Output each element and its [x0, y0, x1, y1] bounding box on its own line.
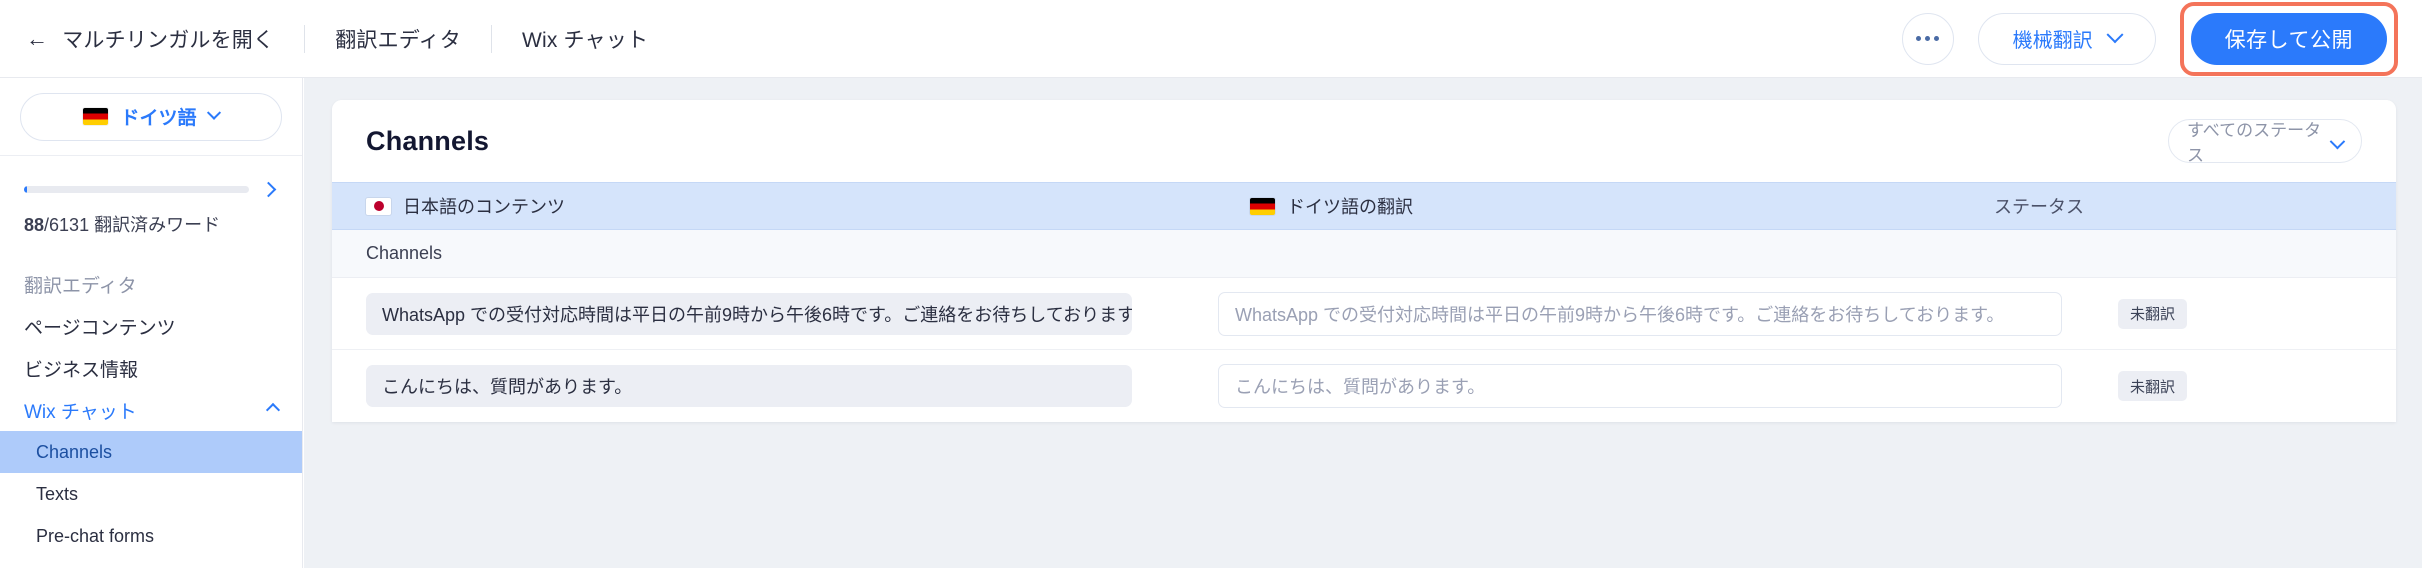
translation-input[interactable]: WhatsApp での受付対応時間は平日の午前9時から午後6時です。ご連絡をお待…	[1218, 291, 2062, 336]
language-selector-container: ドイツ語	[0, 78, 302, 156]
sidebar-item-business-info[interactable]: ビジネス情報	[0, 347, 302, 389]
sidebar-item-texts[interactable]: Texts	[0, 473, 302, 515]
target-cell: こんにちは、質問があります。	[1132, 364, 2062, 408]
sidebar-item-label: ビジネス情報	[24, 359, 139, 381]
translation-progress: 88/6131 翻訳済みワード	[0, 156, 302, 237]
column-header-target-label: ドイツ語の翻訳	[1287, 197, 1413, 217]
ellipsis-icon	[1916, 36, 1940, 41]
sidebar-item-page-content[interactable]: ページコンテンツ	[0, 305, 302, 347]
back-arrow-icon: ←	[26, 25, 49, 51]
sidebar: ドイツ語 88/6131 翻訳済みワード 翻訳エディタ ページコンテンツ ビジネ…	[0, 78, 303, 568]
german-flag-icon	[1250, 197, 1275, 215]
sidebar-item-cms[interactable]: CMS	[0, 557, 302, 568]
source-text: WhatsApp での受付対応時間は平日の午前9時から午後6時です。ご連絡をお待…	[366, 292, 1132, 335]
status-badge: 未翻訳	[2118, 298, 2188, 329]
breadcrumb-wix-chat[interactable]: Wix チャット	[522, 24, 648, 54]
channels-card: Channels すべてのステータス 日本語のコンテンツ ドイツ語の翻訳 ステー…	[332, 100, 2396, 422]
table-row: こんにちは、質問があります。 こんにちは、質問があります。 未翻訳	[332, 350, 2396, 422]
top-bar: ← マルチリンガルを開く 翻訳エディタ Wix チャット 機械翻訳 保存して公開	[0, 0, 2422, 78]
column-header-source-label: 日本語のコンテンツ	[403, 197, 565, 217]
table-row: WhatsApp での受付対応時間は平日の午前9時から午後6時です。ご連絡をお待…	[332, 278, 2396, 350]
more-options-button[interactable]	[1901, 12, 1954, 65]
japanese-flag-icon	[366, 197, 391, 215]
sidebar-item-pre-chat-forms[interactable]: Pre-chat forms	[0, 515, 302, 557]
column-header-source: 日本語のコンテンツ	[332, 193, 1132, 219]
table-group-label: Channels	[332, 230, 2396, 278]
progress-count: 88	[24, 215, 45, 235]
source-cell: こんにちは、質問があります。	[332, 365, 1132, 407]
chevron-up-icon	[265, 402, 281, 418]
open-multilingual-link[interactable]: ← マルチリンガルを開く	[26, 24, 274, 54]
sidebar-item-wix-chat[interactable]: Wix チャット	[0, 389, 302, 431]
sidebar-item-label: Pre-chat forms	[36, 525, 155, 546]
progress-label: 88/6131 翻訳済みワード	[24, 211, 278, 237]
machine-translate-label: 機械翻訳	[2012, 30, 2093, 52]
table-header-row: 日本語のコンテンツ ドイツ語の翻訳 ステータス	[332, 182, 2396, 230]
top-bar-left: ← マルチリンガルを開く 翻訳エディタ Wix チャット	[0, 0, 648, 77]
source-cell: WhatsApp での受付対応時間は平日の午前9時から午後6時です。ご連絡をお待…	[332, 292, 1132, 335]
card-header: Channels すべてのステータス	[332, 100, 2396, 182]
save-and-publish-button[interactable]: 保存して公開	[2190, 12, 2387, 65]
main-content: Channels すべてのステータス 日本語のコンテンツ ドイツ語の翻訳 ステー…	[304, 78, 2422, 568]
top-bar-right: 機械翻訳 保存して公開	[1901, 0, 2422, 77]
target-cell: WhatsApp での受付対応時間は平日の午前9時から午後6時です。ご連絡をお待…	[1132, 291, 2062, 336]
sidebar-section-header: 翻訳エディタ	[24, 275, 137, 297]
sidebar-item-channels[interactable]: Channels	[0, 431, 302, 473]
progress-bar-fill	[24, 186, 28, 193]
language-selector-label: ドイツ語	[120, 108, 197, 129]
source-text: こんにちは、質問があります。	[366, 365, 1132, 407]
open-multilingual-label: マルチリンガルを開く	[62, 28, 275, 52]
language-selector[interactable]: ドイツ語	[20, 92, 282, 141]
chevron-down-icon	[2106, 25, 2124, 43]
machine-translate-button[interactable]: 機械翻訳	[1977, 12, 2156, 65]
sidebar-nav: 翻訳エディタ ページコンテンツ ビジネス情報 Wix チャット Channels…	[0, 263, 302, 568]
sidebar-item-label: Wix チャット	[24, 401, 137, 423]
progress-bar-track	[24, 186, 249, 193]
status-cell: 未翻訳	[2062, 298, 2396, 329]
progress-row	[24, 181, 278, 198]
breadcrumb-translation-editor[interactable]: 翻訳エディタ	[335, 24, 461, 54]
translation-input[interactable]: こんにちは、質問があります。	[1218, 364, 2062, 408]
german-flag-icon	[83, 108, 109, 125]
status-badge: 未翻訳	[2118, 371, 2188, 401]
column-header-status: ステータス	[1994, 197, 2084, 217]
chevron-right-icon[interactable]	[260, 181, 277, 198]
sidebar-item-label: ページコンテンツ	[24, 317, 176, 339]
page-title: Channels	[366, 125, 490, 156]
top-bar-divider-2	[490, 24, 492, 53]
top-bar-divider-1	[304, 24, 306, 53]
sidebar-item-label: Texts	[36, 483, 79, 504]
status-cell: 未翻訳	[2062, 371, 2396, 401]
progress-total-label: /6131 翻訳済みワード	[44, 215, 221, 235]
status-filter-value: すべてのステータス	[2187, 121, 2322, 165]
sidebar-item-label: Channels	[36, 441, 113, 462]
chevron-down-icon	[206, 105, 221, 120]
column-header-target: ドイツ語の翻訳	[1132, 193, 1932, 219]
status-filter-dropdown[interactable]: すべてのステータス	[2168, 119, 2362, 165]
publish-highlight-ring: 保存して公開	[2179, 1, 2398, 76]
app-window: ← マルチリンガルを開く 翻訳エディタ Wix チャット 機械翻訳 保存して公開	[0, 0, 2422, 568]
